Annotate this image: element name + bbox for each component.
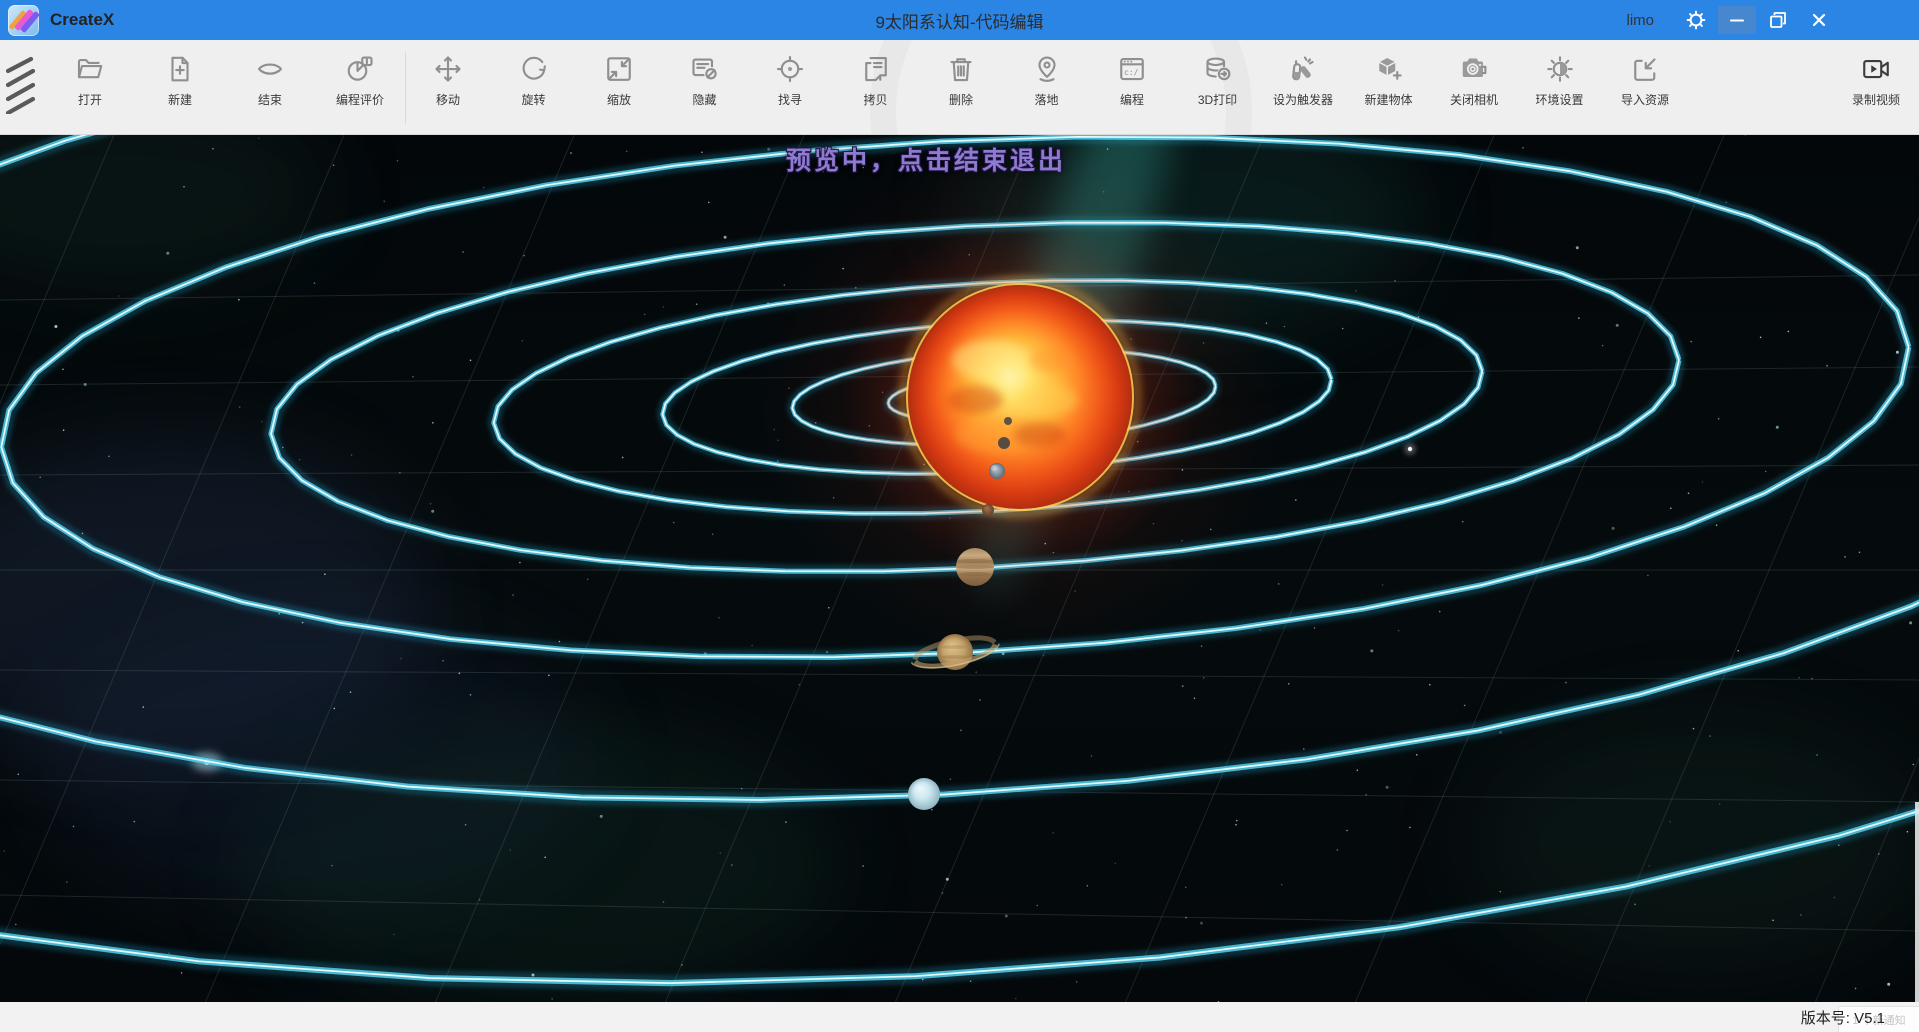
toolbar-label: 编程评价 [336,91,384,108]
planet-earth[interactable] [989,463,1005,479]
toolbar-button-environment-settings[interactable]: 环境设置 [1517,52,1603,108]
toolbar-label: 删除 [949,91,973,108]
toolbar-button-new[interactable]: 新建 [137,52,223,108]
toolbar-button-rotate[interactable]: 旋转 [491,52,577,108]
scene-viewport[interactable]: 预览中，点击结束退出 [0,135,1919,1002]
toolbar-label: 环境设置 [1535,91,1583,108]
planet-venus[interactable] [998,437,1010,449]
toolbar-button-new-object[interactable]: 新建物体 [1346,52,1432,108]
version-label: 版本号: V5.1 [1801,1007,1885,1028]
location-pin-icon [1032,52,1062,86]
drag-handle-icon[interactable] [4,56,38,119]
toolbar-button-code-evaluation[interactable]: 编程评价 [317,52,403,108]
toolbar-label: 缩放 [607,91,631,108]
code-window-icon: c:/ [1117,52,1147,86]
toolbar-label: 隐藏 [692,91,716,108]
planet-uranus[interactable] [908,778,940,810]
document-eye-off-icon [690,52,720,86]
toolbar-button-import-assets[interactable]: 导入资源 [1602,52,1688,108]
toolbar-button-end[interactable]: 结束 [227,52,313,108]
svg-text:c:/: c:/ [1124,68,1139,77]
minimize-button[interactable] [1718,6,1756,34]
copy-icon [861,52,891,86]
planet-mars[interactable] [982,504,994,516]
file-plus-icon [165,52,195,86]
database-export-icon [1203,52,1233,86]
toolbar-label: 导入资源 [1621,91,1669,108]
rotate-arrow-icon [519,52,549,86]
settings-button[interactable] [1677,6,1715,34]
cube-plus-icon [1374,52,1404,86]
planet-mercury[interactable] [1004,417,1012,425]
toolbar-label: 移动 [436,91,460,108]
lens-icon [254,52,286,86]
scale-inward-icon [604,52,634,86]
status-bar: 1 个新通知 版本号: V5.1 [0,1002,1919,1032]
toolbar-label: 设为触发器 [1273,91,1333,108]
toolbar-label: 拷贝 [863,91,887,108]
toolbar-button-open[interactable]: 打开 [47,52,133,108]
app-name: CreateX [50,10,114,30]
bottles-icon [1288,52,1318,86]
trash-icon [946,52,976,86]
close-button[interactable] [1800,6,1838,34]
toolbar-label: 找寻 [778,91,802,108]
video-camera-icon [1860,52,1892,86]
title-bar: CreateX 9太阳系认知-代码编辑 limo [0,0,1919,40]
crosshair-icon [775,52,805,86]
gear-icon [1685,9,1707,31]
toolbar-label: 打开 [78,91,102,108]
folder-open-icon [75,52,105,86]
user-name: limo [1626,12,1654,29]
toolbar-label: 录制视频 [1852,91,1900,108]
createx-window: CreateX 9太阳系认知-代码编辑 limo [0,0,1919,1032]
toolbar-button-code[interactable]: c:/ 编程 [1089,52,1175,108]
toolbar-button-hide[interactable]: 隐藏 [662,52,748,108]
toolbar-label: 新建物体 [1364,91,1412,108]
pie-info-icon [345,52,375,86]
toolbar-label: 编程 [1120,91,1144,108]
toolbar-button-record-video[interactable]: 录制视频 [1833,52,1919,108]
toolbar-button-set-trigger[interactable]: 设为触发器 [1260,52,1346,108]
window-title: 9太阳系认知-代码编辑 [875,8,1043,33]
app-logo-icon [8,5,39,36]
toolbar-label: 旋转 [521,91,545,108]
minimize-icon [1728,11,1746,29]
toolbar-button-copy[interactable]: 拷贝 [833,52,919,108]
toolbar-label: 新建 [168,91,192,108]
brightness-icon [1545,52,1575,86]
camera-icon [1459,52,1489,86]
preview-mode-overlay-text: 预览中，点击结束退出 [786,141,1066,177]
viewport-edge-strip [1915,802,1919,1002]
import-arrow-icon [1630,52,1660,86]
toolbar-button-scale[interactable]: 缩放 [576,52,662,108]
toolbar-button-land[interactable]: 落地 [1004,52,1090,108]
toolbar-button-print3d[interactable]: 3D打印 [1175,52,1261,108]
toolbar-label: 3D打印 [1198,91,1237,108]
toolbar: 打开 新建 结束 编程评价 移动 旋转 [0,40,1919,135]
toolbar-button-move[interactable]: 移动 [405,52,491,108]
restore-icon [1768,10,1788,30]
toolbar-label: 落地 [1034,91,1058,108]
move-arrows-icon [433,52,463,86]
toolbar-button-close-camera[interactable]: 关闭相机 [1431,52,1517,108]
toolbar-button-find[interactable]: 找寻 [747,52,833,108]
toolbar-label: 结束 [258,91,282,108]
toolbar-button-delete[interactable]: 删除 [918,52,1004,108]
toolbar-label: 关闭相机 [1450,91,1498,108]
close-icon [1810,11,1828,29]
restore-button[interactable] [1759,6,1797,34]
